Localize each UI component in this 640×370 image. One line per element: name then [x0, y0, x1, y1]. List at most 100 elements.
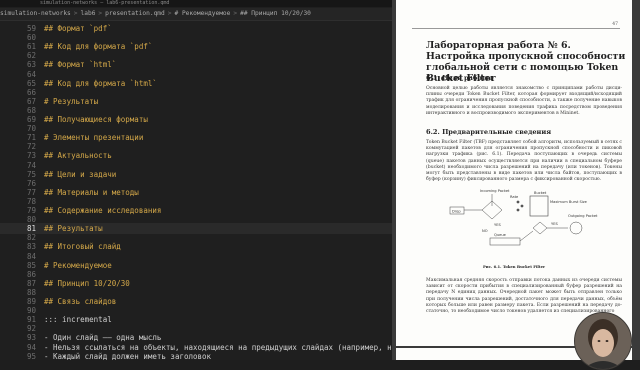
label-no: NO — [482, 229, 488, 233]
presenter-face-icon — [575, 313, 631, 369]
line-number: 81 — [26, 224, 36, 234]
line-number: 69 — [26, 115, 36, 124]
breadcrumb-item[interactable]: lab6 — [81, 10, 96, 17]
code-line[interactable]: ## Принцип 10/20/30 — [44, 279, 130, 288]
line-number: 59 — [26, 24, 36, 33]
code-line[interactable]: - Один слайд —— одна мысль — [44, 333, 161, 342]
line-number: 77 — [26, 187, 36, 197]
label-max-burst: Maximum Burst Size — [550, 200, 588, 204]
line-number-gutter: 59 60 61 62 63 64 65 66 67 68 69 70 71 72 73 74 75 76 77 78… — [0, 21, 44, 360]
breadcrumb-item[interactable]: # Рекомендуемое — [175, 10, 231, 17]
line-number: 66 — [26, 87, 36, 97]
line-number: 94 — [26, 342, 36, 352]
label-incoming: Incoming Packet — [480, 189, 510, 193]
line-number: 92 — [26, 324, 36, 334]
code-line[interactable]: ## Связь слайдов — [44, 297, 116, 306]
line-number: 75 — [26, 169, 36, 179]
section-title-background: 6.2. Предварительные сведения — [426, 128, 552, 136]
line-number: 89 — [26, 297, 36, 306]
line-number: 95 — [26, 351, 36, 360]
line-number: 71 — [26, 133, 36, 143]
code-line[interactable]: # Результаты — [44, 97, 98, 106]
bucket-shape — [529, 195, 549, 217]
label-outgoing: Outgoing Packet — [568, 214, 598, 218]
line-number: 84 — [26, 251, 36, 261]
breadcrumb-item[interactable]: presentation.qmd — [105, 10, 165, 17]
breadcrumb[interactable]: simulation-networks > lab6 > presentation.qm… — [0, 8, 392, 21]
line-number: 60 — [26, 33, 36, 43]
code-line[interactable]: ## Актуальность — [44, 151, 112, 160]
code-line[interactable]: - Нельзя ссылаться на объекты, находящие… — [44, 343, 392, 352]
pdf-viewer[interactable]: 47 Лабораторная работа № 6. Настройка пр… — [392, 0, 640, 360]
breadcrumb-separator: > — [73, 10, 78, 17]
code-line[interactable]: - Каждый слайд должен иметь заголовок — [44, 352, 211, 360]
label-drop: Drop — [452, 210, 461, 214]
code-editor[interactable]: simulation-networks — lab6-presentation.… — [0, 0, 392, 360]
label-rate: Rate — [510, 195, 519, 199]
line-number: 83 — [26, 242, 36, 252]
code-line[interactable]: ## Содержание исследования — [44, 206, 161, 215]
outgoing-circle — [569, 221, 583, 235]
queue-box — [489, 237, 521, 246]
line-number: 73 — [26, 151, 36, 161]
page-number: 47 — [612, 22, 618, 27]
line-number: 74 — [26, 160, 36, 170]
window-title-bar: simulation-networks — lab6-presentation.… — [0, 0, 392, 7]
line-number: 85 — [26, 260, 36, 270]
line-number: 62 — [26, 51, 36, 61]
breadcrumb-separator: > — [98, 10, 103, 17]
section-title-goal: 6.1. Цель работы — [426, 74, 493, 82]
code-line[interactable]: # Элементы презентации — [44, 133, 143, 142]
figure-caption: Рис. 6.1. Token Bucket Filter — [482, 264, 546, 269]
label-yes-2: YES — [551, 222, 558, 226]
code-line[interactable]: ## Формат `html` — [44, 60, 116, 69]
breadcrumb-separator: > — [167, 10, 172, 17]
code-line[interactable]: ## Получающиеся форматы — [44, 115, 148, 124]
code-line[interactable]: ## Код для формата `html` — [44, 79, 157, 88]
line-number: 68 — [26, 105, 36, 115]
line-number: 86 — [26, 269, 36, 279]
line-number: 93 — [26, 333, 36, 343]
code-line[interactable]: ## Результаты — [44, 224, 103, 233]
background-paragraph: Token Bucket Filter (TBF) представляет с… — [426, 140, 622, 183]
line-number: 76 — [26, 178, 36, 188]
line-number: 90 — [26, 306, 36, 316]
code-line[interactable]: ## Материалы и методы — [44, 188, 139, 197]
code-line[interactable]: ## Цели и задачи — [44, 170, 116, 179]
code-line[interactable]: ## Код для формата `pdf` — [44, 42, 152, 51]
goal-paragraph: Основной целью работы является знакомств… — [426, 86, 622, 116]
token-bucket-diagram: Incoming Packet Drop Rate Bucket Maximum… — [449, 189, 598, 246]
breadcrumb-item[interactable]: ## Принцип 10/20/30 — [240, 10, 311, 17]
line-number: 88 — [26, 287, 36, 297]
line-number: 78 — [26, 196, 36, 206]
line-number: 70 — [26, 124, 36, 134]
label-queue: Queue — [494, 233, 507, 237]
line-number: 87 — [26, 278, 36, 288]
line-number: 72 — [26, 142, 36, 152]
line-number: 79 — [26, 206, 36, 215]
code-line[interactable]: # Рекомендуемое — [44, 261, 112, 270]
label-bucket: Bucket — [534, 191, 547, 195]
breadcrumb-item[interactable]: simulation-networks — [0, 10, 71, 17]
line-number: 61 — [26, 42, 36, 52]
pdf-page: 47 Лабораторная работа № 6. Настройка пр… — [396, 0, 632, 346]
bottom-paragraph: Максимальная средняя скорость отправки п… — [426, 278, 622, 315]
line-number: 67 — [26, 96, 36, 106]
label-yes: YES — [494, 223, 501, 227]
code-line[interactable]: ::: incremental — [44, 315, 112, 324]
code-line[interactable]: ## Итоговый слайд — [44, 242, 121, 251]
line-number: 80 — [26, 215, 36, 225]
token-drops — [516, 200, 524, 212]
breadcrumb-separator: > — [233, 10, 238, 17]
code-line[interactable]: ## Формат `pdf` — [44, 24, 112, 33]
line-number: 63 — [26, 60, 36, 70]
webcam-overlay — [574, 312, 632, 370]
decision-diamond-2 — [532, 221, 548, 235]
header-rule — [412, 28, 620, 29]
editor-text-area[interactable]: ## Формат `pdf` ## Код для формата `pdf` #… — [44, 21, 392, 360]
line-number: 64 — [26, 69, 36, 79]
line-number: 82 — [26, 233, 36, 243]
line-number: 65 — [26, 78, 36, 88]
line-number: 91 — [26, 315, 36, 325]
window-title: simulation-networks — lab6-presentation.… — [40, 0, 170, 6]
